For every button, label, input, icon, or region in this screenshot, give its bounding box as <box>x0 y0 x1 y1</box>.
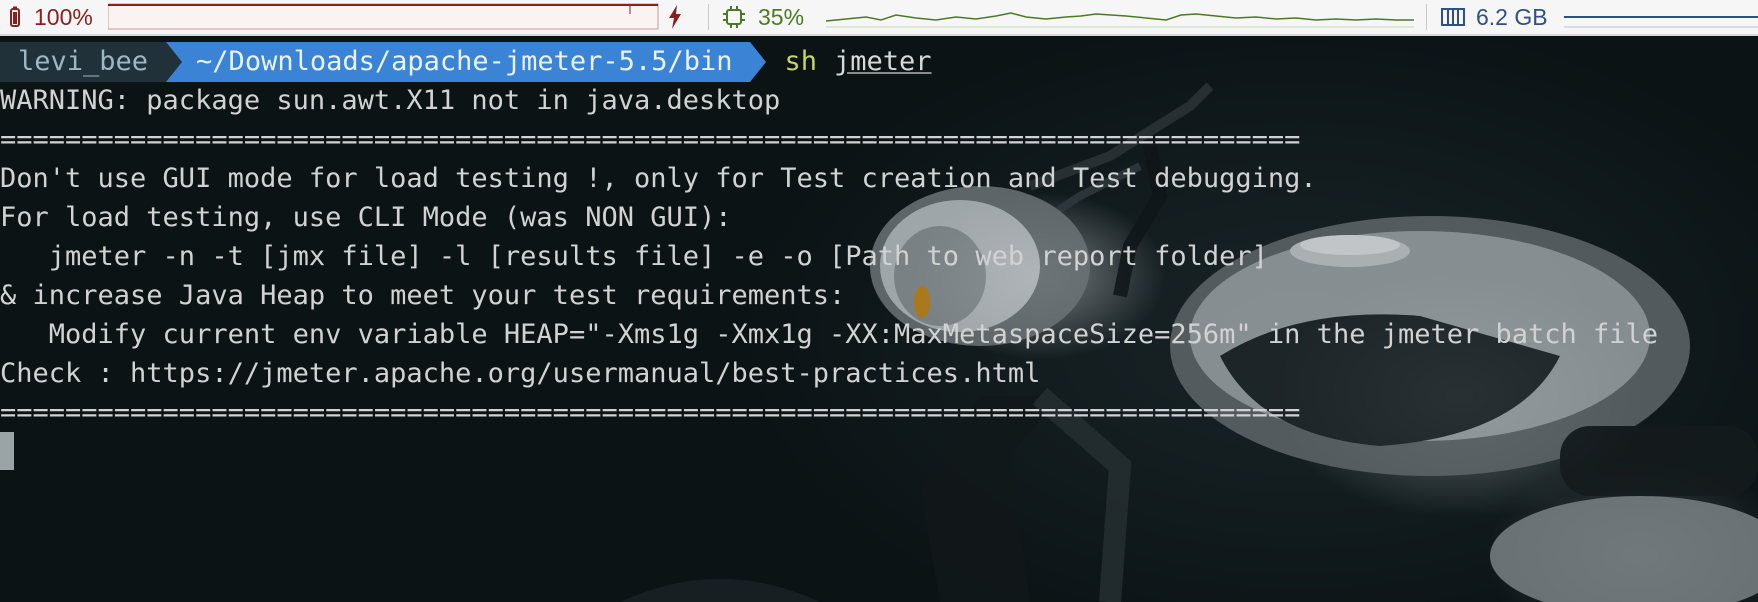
memory-value: 6.2 GB <box>1476 3 1548 30</box>
output-line: Check : https://jmeter.apache.org/userma… <box>0 358 1041 389</box>
cpu-history-graph <box>826 12 1414 28</box>
bolt-icon <box>668 0 682 34</box>
battery-history-graph <box>108 3 659 30</box>
battery-widget[interactable]: 100% <box>8 0 93 34</box>
prompt-separator-arrow <box>166 42 183 82</box>
command-argument: jmeter <box>834 46 932 77</box>
terminal-window[interactable]: levi_bee ~/Downloads/apache-jmeter-5.5/b… <box>0 36 1758 602</box>
prompt-path-segment: ~/Downloads/apache-jmeter-5.5/bin <box>166 42 767 82</box>
memory-widget[interactable]: 6.2 GB <box>1440 0 1548 34</box>
memory-icon <box>1440 6 1466 28</box>
command-executable: sh <box>784 46 817 77</box>
output-line: Modify current env variable HEAP="-Xms1g… <box>0 319 1659 350</box>
cpu-widget[interactable]: 35% <box>722 0 804 34</box>
output-line: & increase Java Heap to meet your test r… <box>0 280 846 311</box>
prompt-user-segment: levi_bee <box>0 42 183 82</box>
output-line: jmeter -n -t [jmx file] -l [results file… <box>0 241 1268 272</box>
divider <box>1426 4 1427 30</box>
output-separator-line: ========================================… <box>0 124 1301 155</box>
typed-command: sh jmeter <box>784 42 931 82</box>
cpu-chip-icon <box>722 5 746 29</box>
memory-history-graph <box>1564 16 1758 28</box>
prompt-username: levi_bee <box>18 46 149 77</box>
output-separator-line: ========================================… <box>0 397 1301 428</box>
output-line: Don't use GUI mode for load testing !, o… <box>0 163 1317 194</box>
output-line: WARNING: package sun.awt.X11 not in java… <box>0 85 781 116</box>
system-status-bar: 100% 35% 6.2 GB <box>0 0 1758 36</box>
prompt-working-directory: ~/Downloads/apache-jmeter-5.5/bin <box>196 46 733 77</box>
battery-percent: 100% <box>34 3 93 30</box>
output-line: For load testing, use CLI Mode (was NON … <box>0 202 732 233</box>
prompt-separator-arrow <box>750 42 767 82</box>
cpu-percent: 35% <box>758 3 805 30</box>
terminal-cursor <box>0 432 14 470</box>
divider <box>708 4 709 30</box>
battery-icon <box>8 6 22 28</box>
shell-prompt: levi_bee ~/Downloads/apache-jmeter-5.5/b… <box>0 42 932 82</box>
